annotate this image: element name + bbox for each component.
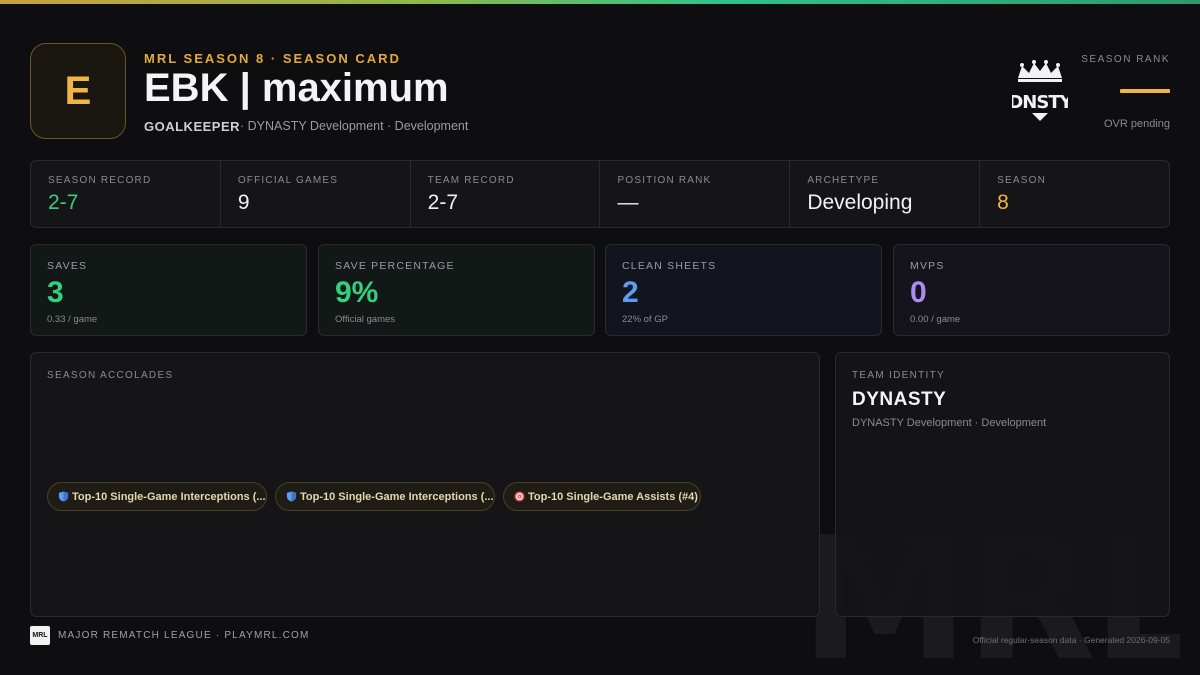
mvps-card: MVPS 0 0.00 / game bbox=[893, 244, 1170, 336]
stat-value: 2-7 bbox=[48, 191, 79, 214]
panel-label: SEASON ACCOLADES bbox=[47, 370, 174, 381]
stat-label: SEASON bbox=[997, 175, 1047, 186]
team-line: · DYNASTY Development · Development bbox=[240, 119, 469, 133]
accolade-pill[interactable]: Top-10 Single-Game Interceptions (... bbox=[47, 482, 267, 511]
dnsty-crown-logo-icon: DNSTY bbox=[1012, 60, 1068, 121]
team-identity-sub: DYNASTY Development · Development bbox=[852, 417, 1047, 429]
card-label: SAVE PERCENTAGE bbox=[335, 260, 455, 272]
card-value: 9% bbox=[335, 276, 379, 309]
save-percentage-card: SAVE PERCENTAGE 9% Official games bbox=[318, 244, 595, 336]
player-position: GOALKEEPER bbox=[144, 119, 241, 134]
footer-league-text: MAJOR REMATCH LEAGUE · PLAYMRL.COM bbox=[58, 630, 310, 641]
stat-label: TEAM RECORD bbox=[427, 175, 515, 186]
card-value: 2 bbox=[622, 276, 639, 309]
player-name: EBK | maximum bbox=[144, 66, 449, 110]
card-sub: Official games bbox=[335, 314, 396, 325]
accolade-text: Top-10 Single-Game Assists (#4) bbox=[528, 490, 698, 503]
card-eyebrow: MRL SEASON 8 · SEASON CARD bbox=[144, 51, 401, 66]
season-accolades-panel: SEASON ACCOLADES Top-10 Single-Game Inte… bbox=[30, 352, 820, 617]
shield-icon bbox=[286, 491, 297, 502]
stat-value: — bbox=[617, 191, 639, 214]
team-identity-name: DYNASTY bbox=[852, 389, 947, 410]
accolade-text: Top-10 Single-Game Interceptions (... bbox=[300, 490, 494, 503]
stat-value: 9 bbox=[237, 191, 250, 214]
season-stat-strip: SEASON RECORD 2-7 OFFICIAL GAMES 9 TEAM … bbox=[30, 160, 1170, 228]
accolade-pill[interactable]: Top-10 Single-Game Assists (#4) bbox=[503, 482, 701, 511]
team-identity-panel: TEAM IDENTITY DYNASTY DYNASTY Developmen… bbox=[835, 352, 1170, 617]
stat-position-rank: POSITION RANK — bbox=[600, 161, 791, 227]
stat-value: Developing bbox=[807, 191, 913, 214]
saves-card: SAVES 3 0.33 / game bbox=[30, 244, 307, 336]
stat-label: OFFICIAL GAMES bbox=[237, 175, 339, 186]
card-label: MVPS bbox=[910, 260, 945, 272]
player-initial-badge: E bbox=[30, 43, 126, 139]
season-rank-sub: OVR pending bbox=[1103, 118, 1170, 130]
stat-label: SEASON RECORD bbox=[48, 175, 152, 186]
stat-label: ARCHETYPE bbox=[807, 175, 880, 186]
svg-text:DNSTY: DNSTY bbox=[1012, 92, 1068, 113]
card-value: 3 bbox=[47, 276, 64, 309]
accolade-text: Top-10 Single-Game Interceptions (... bbox=[72, 490, 266, 503]
card-sub: 22% of GP bbox=[622, 314, 668, 325]
season-rank-value bbox=[1120, 89, 1170, 93]
card-label: SAVES bbox=[47, 260, 88, 272]
stat-value: 2-7 bbox=[427, 191, 459, 214]
panel-label: TEAM IDENTITY bbox=[852, 370, 946, 381]
card-label: CLEAN SHEETS bbox=[622, 260, 717, 272]
footer-data-note: Official regular-season data · Generated… bbox=[972, 635, 1170, 645]
accolade-pill[interactable]: Top-10 Single-Game Interceptions (... bbox=[275, 482, 495, 511]
accent-gradient-bar bbox=[0, 0, 1200, 4]
card-sub: 0.00 / game bbox=[910, 314, 961, 325]
target-icon bbox=[514, 491, 525, 502]
stat-season: SEASON 8 bbox=[980, 161, 1169, 227]
card-sub: 0.33 / game bbox=[47, 314, 98, 325]
card-value: 0 bbox=[910, 276, 927, 309]
shield-icon bbox=[58, 491, 69, 502]
stat-value: 8 bbox=[997, 191, 1009, 214]
stat-label: POSITION RANK bbox=[617, 175, 712, 186]
mrl-logo: MRL bbox=[30, 626, 50, 645]
stat-season-record: SEASON RECORD 2-7 bbox=[31, 161, 221, 227]
stat-official-games: OFFICIAL GAMES 9 bbox=[221, 161, 411, 227]
stat-archetype: ARCHETYPE Developing bbox=[790, 161, 981, 227]
clean-sheets-card: CLEAN SHEETS 2 22% of GP bbox=[605, 244, 882, 336]
stat-team-record: TEAM RECORD 2-7 bbox=[411, 161, 601, 227]
season-rank-label: SEASON RANK bbox=[1081, 54, 1170, 65]
